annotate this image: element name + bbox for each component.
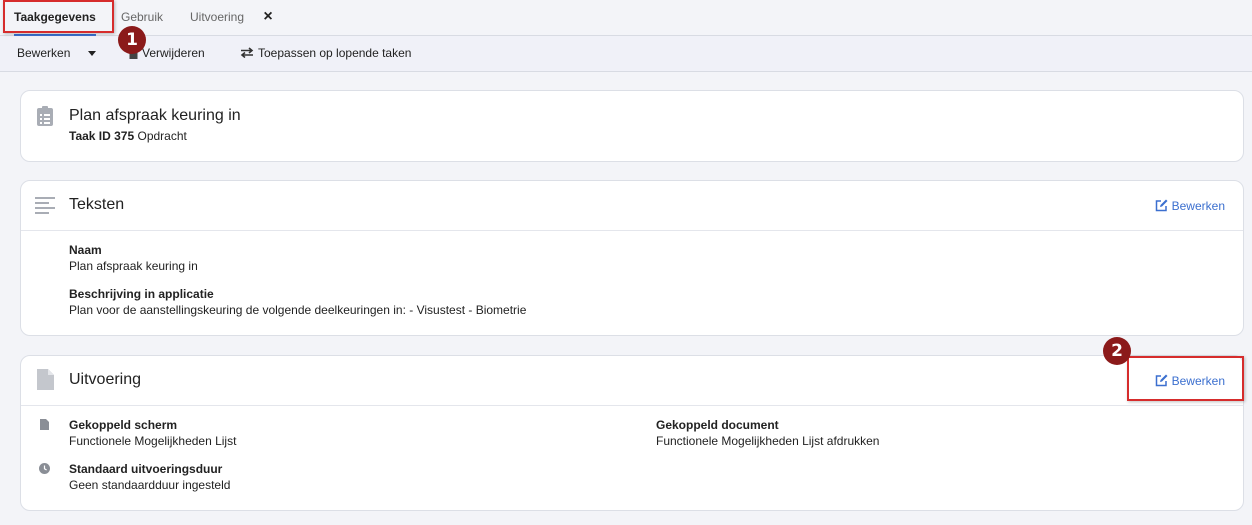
file-icon [40, 419, 49, 430]
execution-card-header: Uitvoering Bewerken [21, 356, 1243, 405]
tab-bar: Taakgegevens Gebruik Uitvoering × [0, 0, 1252, 36]
task-title: Plan afspraak keuring in [69, 107, 241, 124]
annotation-marker-1: 1 [118, 26, 146, 54]
texts-edit-label: Bewerken [1171, 199, 1225, 213]
edit-dropdown-label: Bewerken [17, 46, 71, 60]
task-type: Opdracht [137, 129, 187, 143]
default-duration-label: Standaard uitvoeringsduur [69, 462, 223, 476]
apply-running-tasks-button[interactable]: Toepassen op lopende taken [240, 36, 411, 70]
linked-document-label: Gekoppeld document [656, 418, 779, 432]
clock-icon [39, 463, 50, 474]
execution-card: Uitvoering Bewerken Gekoppeld scherm Fun… [20, 355, 1244, 511]
linked-screen-label: Gekoppeld scherm [69, 418, 178, 432]
edit-dropdown-button[interactable]: Bewerken [17, 36, 96, 70]
field-label-description: Beschrijving in applicatie [69, 287, 214, 301]
delete-label: Verwijderen [142, 46, 205, 60]
text-lines-icon [35, 197, 55, 214]
default-duration-value: Geen standaardduur ingesteld [69, 478, 231, 492]
toolbar: Bewerken Verwijderen Toepassen op lopend… [0, 36, 1252, 72]
texts-card-title: Teksten [69, 196, 125, 213]
linked-screen-value: Functionele Mogelijkheden Lijst [69, 434, 237, 448]
task-id-line: Taak ID 375 Opdracht [69, 129, 187, 143]
texts-card-header: Teksten Bewerken [21, 181, 1243, 230]
divider [21, 230, 1243, 231]
field-value-description: Plan voor de aanstellingskeuring de volg… [69, 303, 527, 317]
execution-card-title: Uitvoering [69, 371, 142, 388]
tab-uitvoering[interactable]: Uitvoering [190, 0, 244, 36]
texts-card: Teksten Bewerken Naam Plan afspraak keur… [20, 180, 1244, 336]
field-label-name: Naam [69, 243, 102, 257]
highlight-box-tab [3, 0, 114, 33]
close-icon[interactable]: × [260, 8, 276, 26]
field-value-name: Plan afspraak keuring in [69, 259, 198, 273]
linked-document-value: Functionele Mogelijkheden Lijst afdrukke… [656, 434, 880, 448]
file-icon [37, 369, 54, 390]
texts-edit-button[interactable]: Bewerken [1155, 199, 1225, 213]
clipboard-list-icon [37, 106, 53, 126]
chevron-down-icon [87, 51, 96, 57]
task-id: Taak ID 375 [69, 129, 135, 143]
swap-icon [240, 47, 254, 59]
task-header-card: Plan afspraak keuring in Taak ID 375 Opd… [20, 90, 1244, 162]
apply-label: Toepassen op lopende taken [258, 46, 412, 60]
divider [21, 405, 1243, 406]
highlight-box-edit [1127, 356, 1244, 401]
edit-icon [1155, 199, 1168, 212]
annotation-marker-2: 2 [1103, 337, 1131, 365]
